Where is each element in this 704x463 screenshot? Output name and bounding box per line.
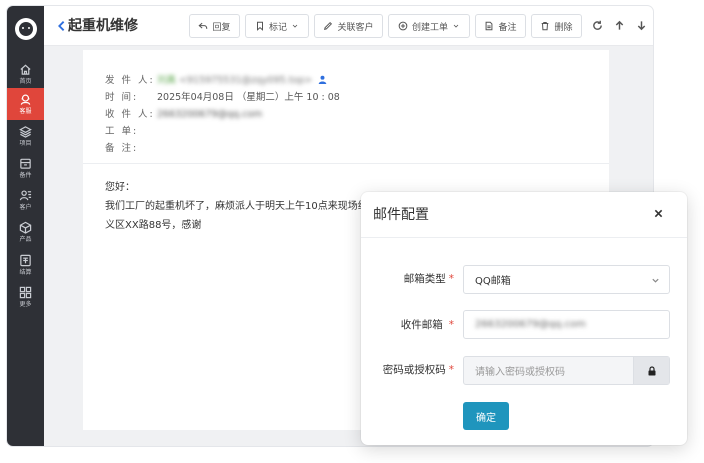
sidebar-item-home[interactable]: 首页	[7, 58, 44, 90]
cube-icon	[19, 221, 32, 234]
note-label: 备 注:	[105, 143, 139, 154]
to-row: 收 件 人: 2663200679@qq.com	[105, 106, 340, 123]
chevron-left-icon	[57, 21, 64, 31]
plus-circle-icon	[398, 21, 408, 31]
sidebar-item-label: 客服	[19, 108, 32, 115]
bookmark-icon	[256, 21, 263, 31]
sidebar: 首页 客服 项目 备件 客户 产品 结算 更多	[7, 6, 44, 446]
page-header: 起重机维修 回复 标记 关联客户 创建工单 备注 删除	[44, 6, 653, 46]
recipient-address: 2663200679@qq.com	[157, 109, 263, 120]
ticket-label: 工 单:	[105, 126, 139, 137]
to-label: 收 件 人:	[105, 109, 155, 120]
sidebar-item-label: 首页	[19, 78, 32, 85]
from-label: 发 件 人:	[105, 75, 155, 86]
chevron-down-icon	[292, 24, 298, 28]
person-icon[interactable]	[318, 75, 327, 84]
previous-button[interactable]	[611, 16, 627, 34]
sidebar-item-more[interactable]: 更多	[7, 281, 44, 313]
sidebar-item-product[interactable]: 产品	[7, 216, 44, 248]
ticket-row: 工 单:	[105, 123, 340, 140]
back-button[interactable]	[54, 17, 68, 35]
receive-mailbox-label: 收件邮箱 *	[400, 319, 454, 331]
ledger-icon	[20, 254, 31, 267]
next-button[interactable]	[633, 16, 649, 34]
sidebar-item-label: 项目	[19, 140, 32, 147]
dialog-title: 邮件配置	[373, 207, 429, 223]
sidebar-item-parts[interactable]: 备件	[7, 152, 44, 184]
mark-button[interactable]: 标记	[245, 14, 309, 38]
layers-icon	[19, 126, 32, 138]
password-label: 密码或授权码 *	[382, 364, 454, 376]
arrow-up-icon	[615, 20, 623, 30]
refresh-button[interactable]	[589, 16, 605, 34]
close-button[interactable]	[651, 206, 665, 220]
confirm-button[interactable]: 确定	[463, 402, 509, 430]
create-ticket-button[interactable]: 创建工单	[388, 14, 470, 38]
document-icon	[486, 21, 493, 31]
time-label: 时 间:	[105, 92, 139, 103]
mailbox-type-label: 邮箱类型 *	[403, 273, 454, 285]
chevron-down-icon	[453, 24, 459, 28]
time-value: 2025年04月08日 （星期二）上午 10 : 08	[157, 92, 340, 103]
sidebar-item-label: 结算	[19, 269, 32, 276]
lock-icon	[648, 365, 655, 375]
sidebar-item-settlement[interactable]: 结算	[7, 249, 44, 281]
headset-icon	[20, 94, 31, 105]
lock-button[interactable]	[633, 357, 669, 384]
from-row: 发 件 人: 刘真 <915975531@zqy095.top>	[105, 72, 340, 89]
divider	[361, 237, 687, 238]
sidebar-item-project[interactable]: 项目	[7, 120, 44, 152]
note-button[interactable]: 备注	[475, 14, 526, 38]
receive-mailbox-field[interactable]: 2663200679@qq.com	[463, 310, 670, 339]
grid-icon	[19, 286, 32, 299]
users-icon	[19, 190, 32, 201]
arrow-down-icon	[637, 20, 645, 30]
divider	[83, 163, 609, 164]
sidebar-item-label: 备件	[19, 172, 32, 179]
reply-icon	[198, 22, 208, 29]
sidebar-item-label: 更多	[19, 301, 32, 308]
link-customer-button[interactable]: 关联客户	[314, 14, 383, 38]
sidebar-item-label: 客户	[19, 204, 32, 211]
sender-address: <915975531@zqy095.top>	[179, 75, 313, 86]
password-field[interactable]: 请输入密码或授权码	[463, 356, 670, 385]
box-icon	[20, 158, 31, 169]
email-header: 发 件 人: 刘真 <915975531@zqy095.top> 时 间: 20…	[105, 72, 340, 157]
delete-button[interactable]: 删除	[531, 14, 582, 38]
close-icon	[654, 209, 662, 217]
chevron-down-icon	[652, 278, 659, 283]
home-icon	[20, 64, 31, 75]
sender-name[interactable]: 刘真	[157, 75, 176, 86]
mail-config-dialog: 邮件配置 邮箱类型 * QQ邮箱 收件邮箱 * 2663200679@qq.com …	[361, 192, 687, 445]
avatar[interactable]	[15, 18, 37, 40]
sidebar-item-label: 产品	[19, 236, 32, 243]
note-row: 备 注:	[105, 140, 340, 157]
sidebar-item-customer[interactable]: 客户	[7, 184, 44, 216]
pencil-icon	[324, 21, 333, 31]
mailbox-type-select[interactable]: QQ邮箱	[463, 265, 670, 294]
page-title: 起重机维修	[68, 18, 138, 34]
sidebar-item-service[interactable]: 客服	[7, 88, 44, 120]
trash-icon	[542, 22, 549, 31]
time-row: 时 间: 2025年04月08日 （星期二）上午 10 : 08	[105, 89, 340, 106]
refresh-icon	[592, 20, 602, 30]
reply-button[interactable]: 回复	[189, 14, 240, 38]
